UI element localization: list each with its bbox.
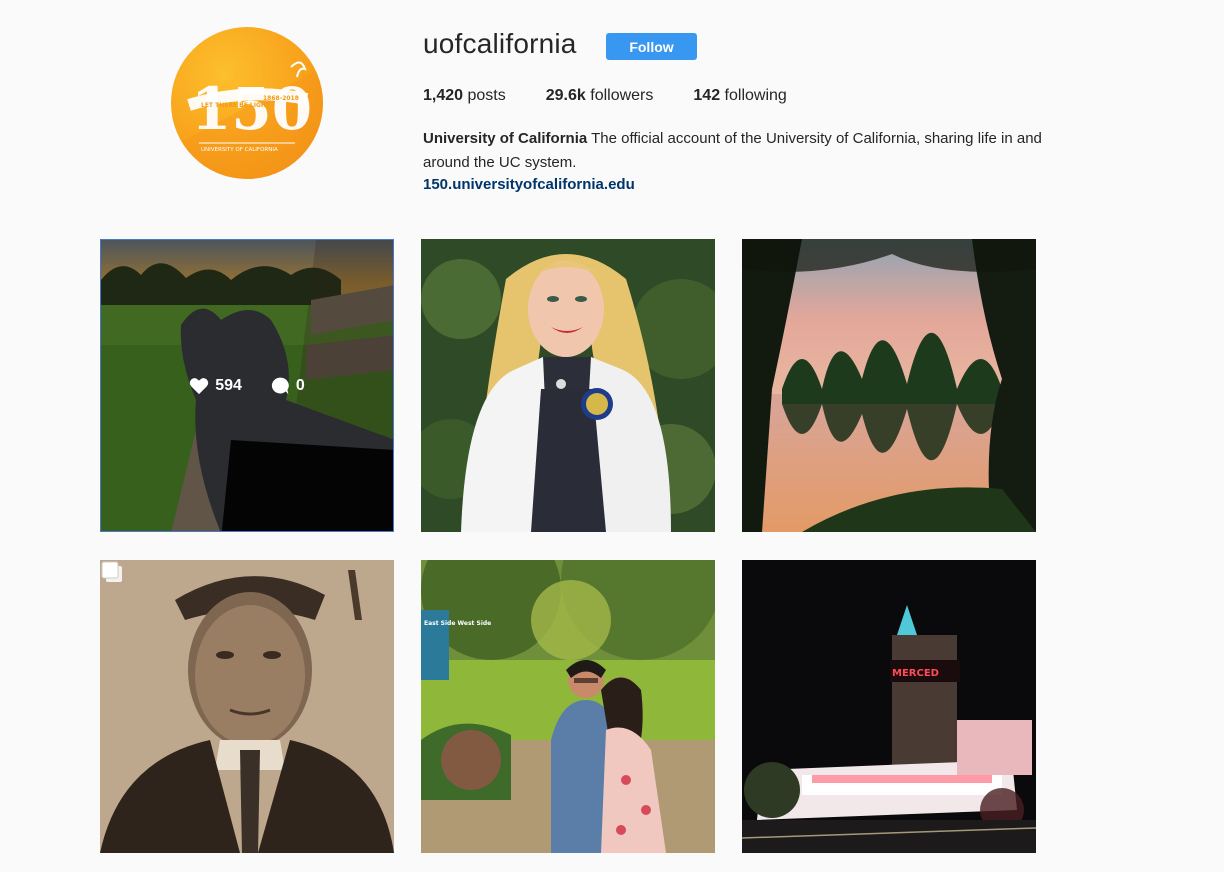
avatar-number: 150 (191, 75, 312, 143)
following-stat[interactable]: 142 following (693, 87, 786, 105)
following-label: following (724, 87, 787, 104)
likes-stat: 594 (189, 377, 242, 395)
posts-stat: 1,420 posts (423, 87, 506, 105)
avatar-years: 1868-2018 (263, 95, 299, 102)
profile-username: uofcalifornia (423, 28, 577, 59)
post-tile-3[interactable] (742, 239, 1036, 532)
following-count: 142 (693, 87, 721, 104)
followers-label: followers (590, 87, 654, 104)
heart-icon (189, 377, 209, 394)
avatar-ribbon: LET THERE BE LIGHT (201, 102, 271, 109)
comments-stat: 0 (270, 376, 305, 396)
multiple-photos-icon (101, 561, 122, 582)
posts-count: 1,420 (423, 87, 464, 104)
comment-icon (271, 377, 289, 394)
post-tile-1[interactable]: 594 0 (100, 239, 394, 532)
campus-sign-text: East Side West Side (424, 620, 491, 627)
profile-full-name: University of California (423, 130, 588, 147)
followers-count: 29.6k (545, 87, 586, 104)
theater-sign-text: MERCED (892, 668, 939, 679)
likes-count: 594 (215, 376, 242, 394)
posts-label: posts (467, 87, 506, 104)
post-tile-2[interactable] (421, 239, 715, 532)
profile-avatar[interactable]: 150 LET THERE BE LIGHT 1868-2018 UNIVERS… (171, 27, 323, 179)
profile-bio: University of California The official ac… (423, 127, 1043, 175)
follow-button[interactable]: Follow (606, 33, 697, 60)
followers-stat[interactable]: 29.6k followers (546, 87, 654, 105)
avatar-footer: UNIVERSITY OF CALIFORNIA (201, 147, 278, 153)
post-hover-overlay: 594 0 (101, 240, 393, 531)
comments-count: 0 (295, 376, 305, 394)
post-tile-6[interactable]: MERCED (742, 560, 1036, 853)
post-tile-5[interactable]: East Side West Side (421, 560, 715, 853)
profile-website-link[interactable]: 150.universityofcalifornia.edu (423, 175, 635, 195)
post-tile-4[interactable] (100, 560, 394, 853)
profile-stats: 1,420 posts 29.6k followers 142 followin… (423, 87, 827, 105)
